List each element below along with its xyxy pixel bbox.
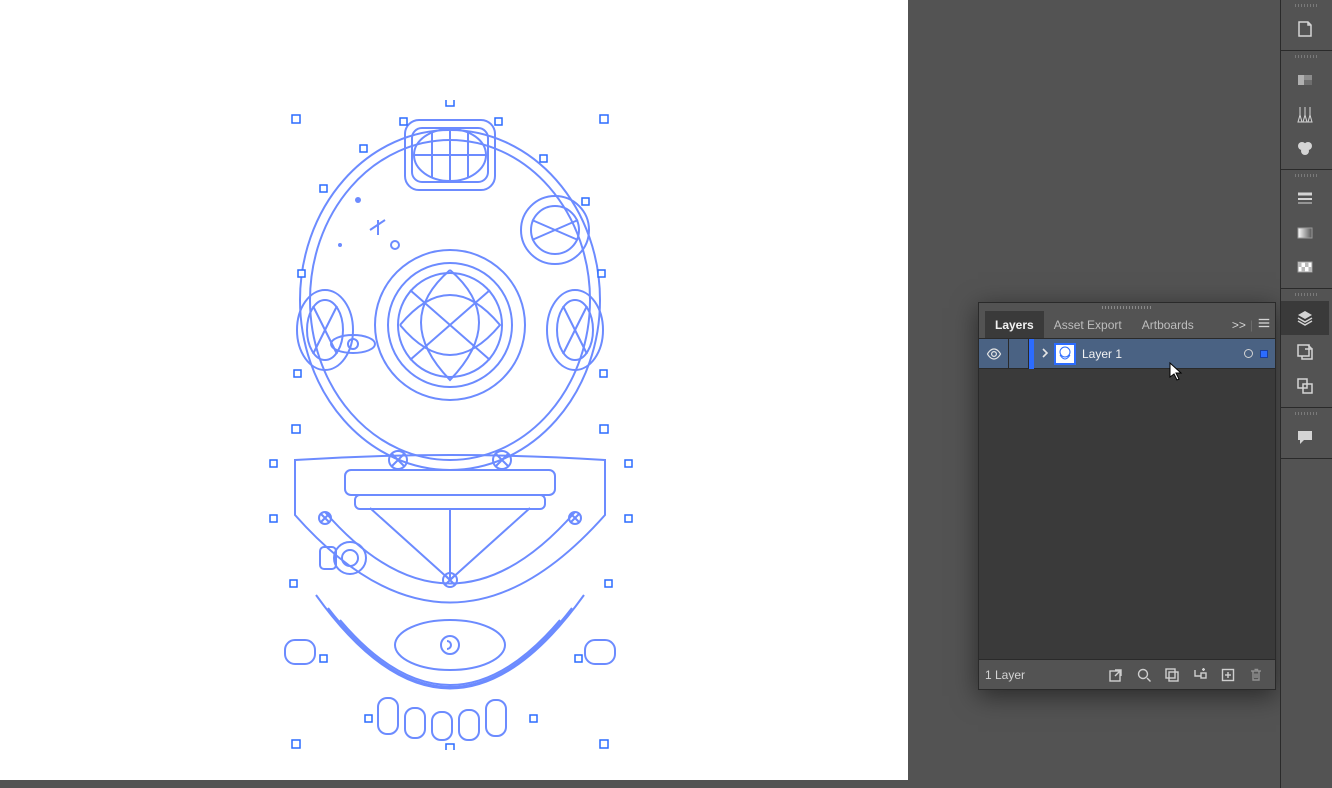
dock-asset-export-icon[interactable] [1281,335,1329,369]
eye-icon [986,348,1002,360]
dock-grip[interactable] [1281,293,1332,299]
external-icon [1108,667,1124,683]
new-layer-button[interactable] [1215,662,1241,688]
plus-page-icon [1220,667,1236,683]
tab-asset-export[interactable]: Asset Export [1044,311,1132,338]
dock-symbols-icon[interactable] [1281,131,1329,165]
layer-thumbnail[interactable] [1054,343,1076,365]
sublayer-icon [1192,667,1208,683]
color-icon [1295,70,1315,90]
dock-grip[interactable] [1281,412,1332,418]
dock-gradient-icon[interactable] [1281,216,1329,250]
stroke-icon [1295,189,1315,209]
locate-object-button[interactable] [1103,662,1129,688]
circle-icon [1244,349,1253,358]
right-dock [1280,0,1332,788]
artboards-icon [1295,376,1315,396]
dock-transparency-icon[interactable] [1281,250,1329,284]
layers-footer: 1 Layer [979,659,1275,689]
selected-artwork[interactable] [250,100,650,750]
search-button[interactable] [1131,662,1157,688]
lock-toggle[interactable] [1009,339,1029,369]
dock-comments-icon[interactable] [1281,420,1329,454]
dock-properties-icon[interactable] [1281,12,1329,46]
dock-color-icon[interactable] [1281,63,1329,97]
delete-layer-button[interactable] [1243,662,1269,688]
target-layer-button[interactable] [1239,349,1257,358]
export-icon [1295,342,1315,362]
new-sublayer-button[interactable] [1187,662,1213,688]
page-icon [1295,19,1315,39]
chevron-right-icon [1040,348,1050,358]
layers-panel: Layers Asset Export Artboards >> | [978,302,1276,690]
dock-brushes-icon[interactable] [1281,97,1329,131]
clipping-mask-button[interactable] [1159,662,1185,688]
layer-name[interactable]: Layer 1 [1082,347,1239,361]
gradient-icon [1295,223,1315,243]
search-icon [1136,667,1152,683]
selection-indicator[interactable] [1257,350,1275,358]
transparency-icon [1295,257,1315,277]
brushes-icon [1295,104,1315,124]
panel-tabs: Layers Asset Export Artboards >> | [979,311,1275,339]
layer-count: 1 Layer [985,668,1101,682]
expand-layer-chevron[interactable] [1034,347,1052,361]
panel-drag-handle[interactable] [979,303,1275,311]
visibility-toggle[interactable] [979,339,1009,369]
panel-menu-button[interactable] [1253,316,1275,333]
trash-icon [1248,667,1264,683]
mask-icon [1164,667,1180,683]
dock-stroke-icon[interactable] [1281,182,1329,216]
selection-square-icon [1260,350,1268,358]
layers-list[interactable]: Layer 1 [979,339,1275,659]
collapse-panel-button[interactable]: >> [1228,318,1250,332]
symbols-icon [1295,138,1315,158]
tab-layers[interactable]: Layers [985,311,1044,338]
dock-artboards-icon[interactable] [1281,369,1329,403]
dock-grip[interactable] [1281,4,1332,10]
dock-grip[interactable] [1281,55,1332,61]
layers-icon [1295,308,1315,328]
canvas[interactable] [0,0,908,780]
tab-artboards[interactable]: Artboards [1132,311,1204,338]
layer-row[interactable]: Layer 1 [979,339,1275,369]
dock-layers-icon[interactable] [1281,301,1329,335]
comment-icon [1295,427,1315,447]
dock-grip[interactable] [1281,174,1332,180]
